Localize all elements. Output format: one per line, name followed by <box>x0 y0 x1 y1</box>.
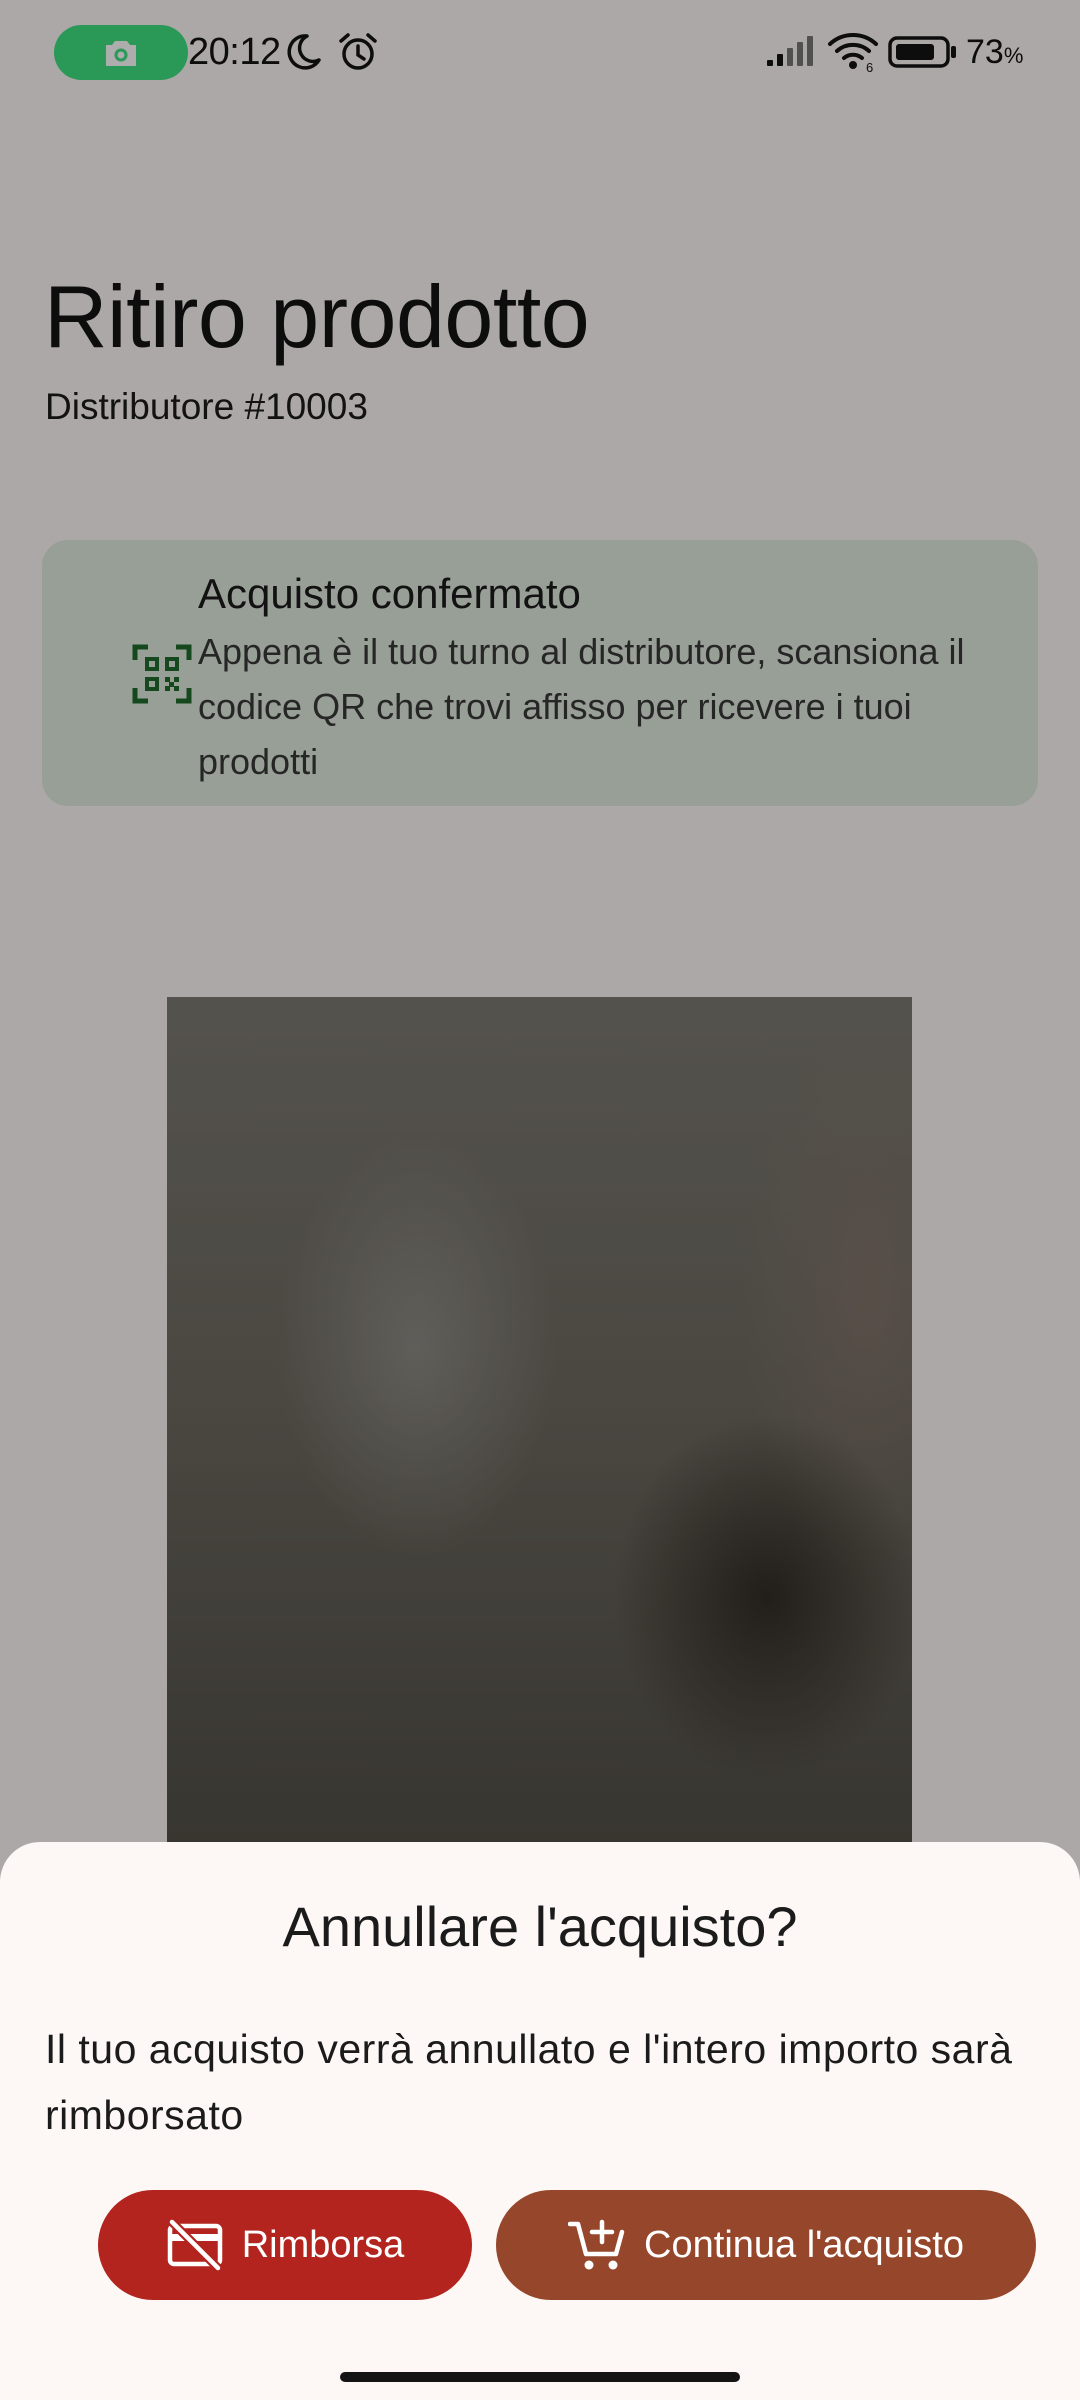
refund-button[interactable]: Rimborsa <box>98 2190 472 2300</box>
screen: 20:12 6 73% Ritiro prodotto Distributore… <box>0 0 1080 2400</box>
continue-button-label: Continua l'acquisto <box>644 2223 964 2266</box>
card-off-icon <box>167 2218 222 2272</box>
cancel-purchase-dialog: Annullare l'acquisto? Il tuo acquisto ve… <box>0 1842 1080 2400</box>
continue-purchase-button[interactable]: Continua l'acquisto <box>496 2190 1036 2300</box>
home-indicator[interactable] <box>340 2372 740 2382</box>
add-shopping-cart-icon <box>568 2219 625 2270</box>
dialog-message: Il tuo acquisto verrà annullato e l'inte… <box>45 2026 1013 2138</box>
dialog-title: Annullare l'acquisto? <box>282 1895 798 1958</box>
refund-button-label: Rimborsa <box>241 2223 405 2266</box>
